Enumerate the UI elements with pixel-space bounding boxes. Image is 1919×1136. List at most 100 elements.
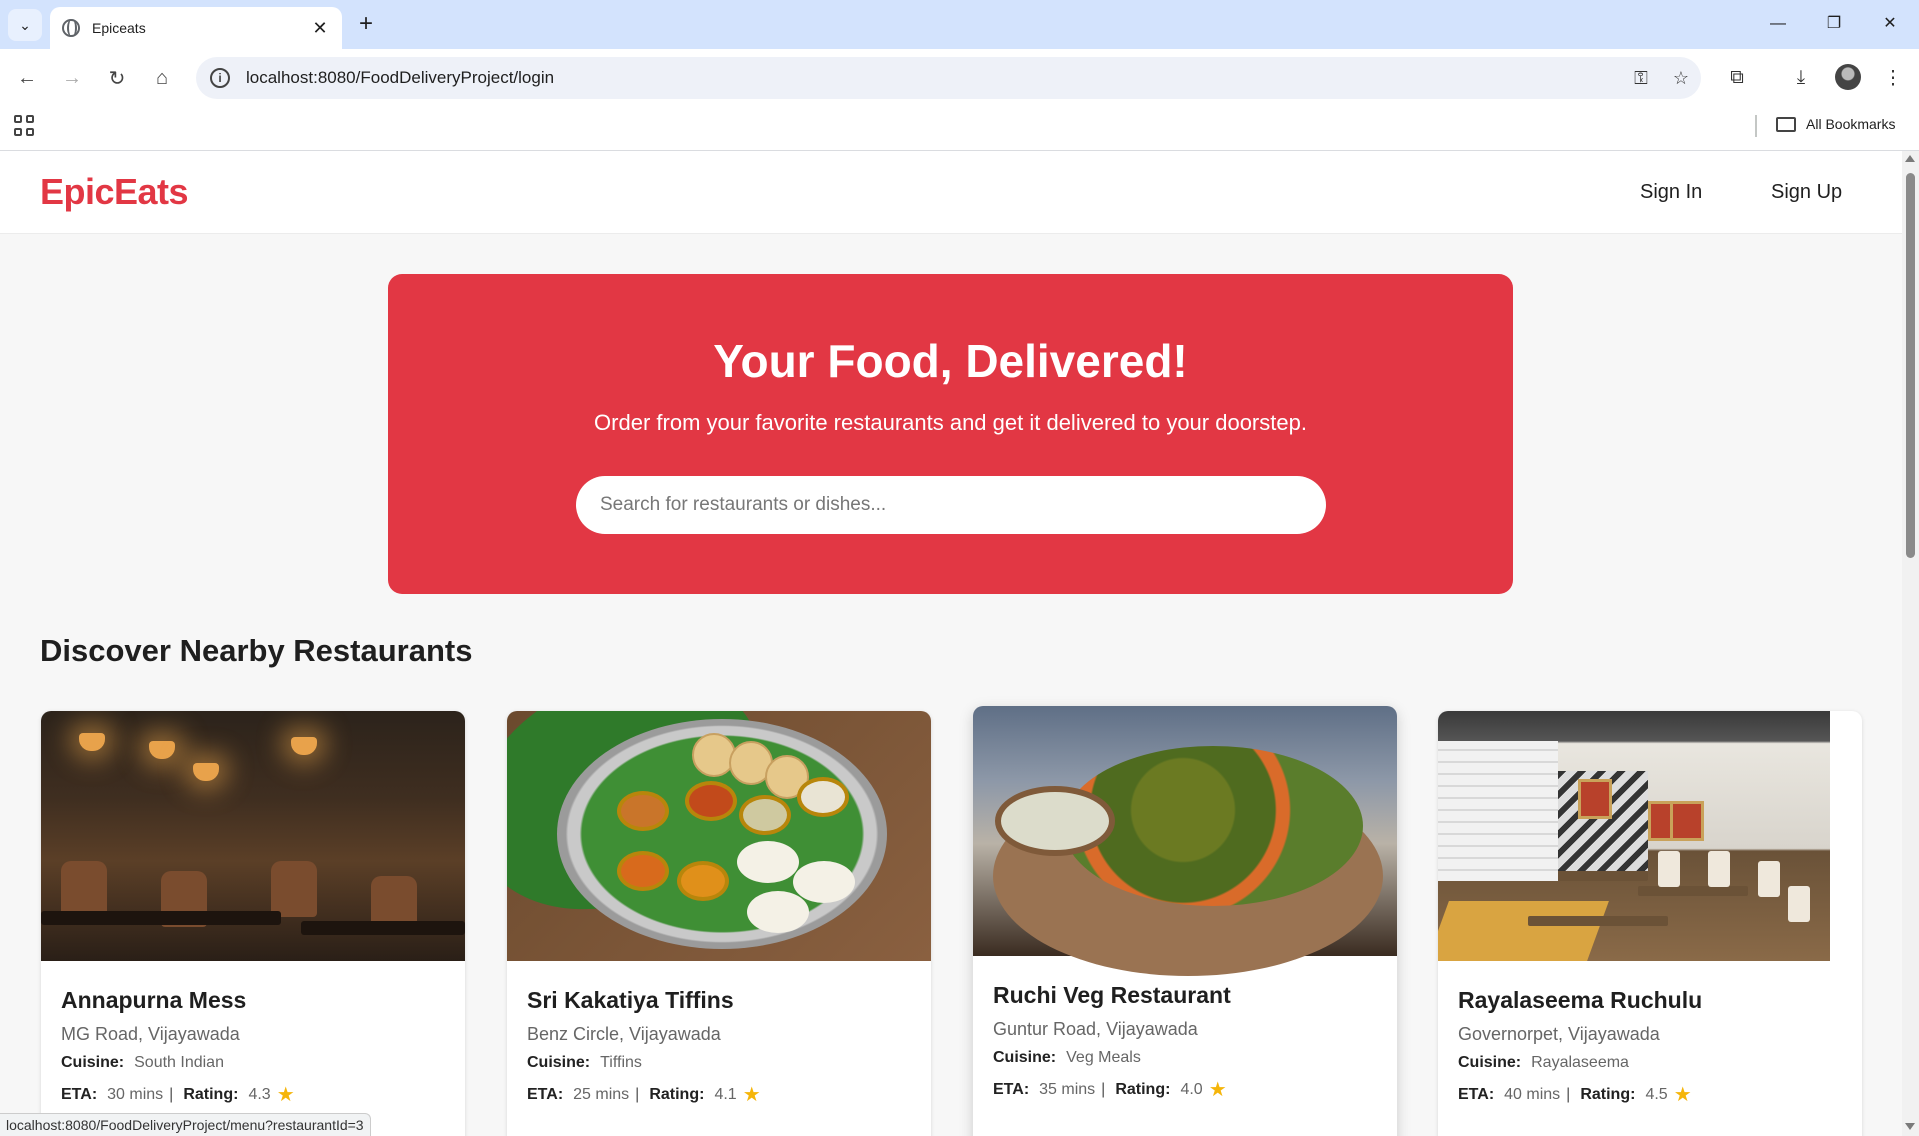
bookmark-star-icon[interactable]: ☆ bbox=[1661, 62, 1701, 94]
restaurant-image bbox=[41, 711, 465, 961]
eta-label: ETA: bbox=[993, 1080, 1030, 1098]
back-button[interactable]: ← bbox=[11, 62, 43, 94]
restaurant-name: Rayalaseema Ruchulu bbox=[1458, 987, 1703, 1013]
divider: | bbox=[169, 1085, 174, 1103]
all-bookmarks-button[interactable]: All Bookmarks bbox=[1776, 116, 1895, 132]
rating-label: Rating: bbox=[183, 1085, 239, 1103]
restaurant-card[interactable]: Ruchi Veg Restaurant Guntur Road, Vijaya… bbox=[973, 706, 1397, 1136]
restaurant-image bbox=[973, 706, 1397, 976]
restaurant-location: MG Road, Vijayawada bbox=[61, 1024, 240, 1044]
restaurant-card[interactable]: Sri Kakatiya Tiffins Benz Circle, Vijaya… bbox=[507, 711, 931, 1136]
scroll-thumb[interactable] bbox=[1906, 173, 1915, 558]
download-icon[interactable]: ⤓ bbox=[1784, 62, 1818, 94]
cuisine-value: Tiffins bbox=[600, 1054, 642, 1071]
restaurant-image bbox=[1438, 711, 1830, 961]
sign-in-link[interactable]: Sign In bbox=[1640, 181, 1702, 204]
hero-title: Your Food, Delivered! bbox=[713, 335, 1188, 387]
restaurant-card[interactable]: Rayalaseema Ruchulu Governorpet, Vijayaw… bbox=[1438, 711, 1862, 1136]
active-tab[interactable]: Epiceats ✕ bbox=[50, 7, 342, 49]
restaurant-location: Benz Circle, Vijayawada bbox=[527, 1024, 721, 1044]
apps-grid-icon[interactable] bbox=[14, 115, 36, 137]
bookmarks-divider bbox=[1755, 115, 1757, 137]
extensions-icon[interactable]: ⧉ bbox=[1720, 62, 1754, 94]
site-header: EpicEats Sign In Sign Up bbox=[0, 151, 1902, 234]
restore-button[interactable]: ❐ bbox=[1814, 12, 1854, 38]
restaurant-card[interactable]: Annapurna Mess MG Road, Vijayawada Cuisi… bbox=[41, 711, 465, 1136]
url-text[interactable]: localhost:8080/FoodDeliveryProject/login bbox=[246, 68, 1621, 88]
password-key-icon[interactable]: ⚿ bbox=[1621, 62, 1661, 94]
brand-logo[interactable]: EpicEats bbox=[40, 171, 189, 213]
scroll-up-arrow[interactable] bbox=[1905, 155, 1915, 162]
eta-value: 25 mins bbox=[573, 1085, 630, 1103]
eta-value: 40 mins bbox=[1504, 1085, 1561, 1103]
browser-chrome: ⌄ Epiceats ✕ + — ❐ ✕ ← → ↻ ⌂ i localhost… bbox=[0, 0, 1919, 151]
cuisine-value: South Indian bbox=[134, 1054, 224, 1071]
rating-label: Rating: bbox=[1115, 1080, 1171, 1098]
menu-kebab-icon[interactable]: ⋮ bbox=[1876, 62, 1910, 94]
close-window-button[interactable]: ✕ bbox=[1870, 12, 1910, 38]
hero-banner: Your Food, Delivered! Order from your fa… bbox=[388, 274, 1513, 594]
minimize-button[interactable]: — bbox=[1758, 12, 1798, 38]
all-bookmarks-label: All Bookmarks bbox=[1806, 116, 1896, 132]
folder-icon bbox=[1776, 116, 1796, 132]
cuisine-value: Rayalaseema bbox=[1531, 1054, 1629, 1071]
eta-rating-row: ETA: 25 mins | Rating: 4.1 ★ bbox=[527, 1082, 911, 1107]
home-icon[interactable]: ⌂ bbox=[146, 62, 178, 94]
rating-value: 4.0 bbox=[1180, 1080, 1203, 1098]
star-icon: ★ bbox=[276, 1084, 295, 1106]
browser-toolbar: ← → ↻ ⌂ i localhost:8080/FoodDeliveryPro… bbox=[0, 49, 1919, 105]
search-input[interactable] bbox=[576, 476, 1326, 534]
site-info-icon[interactable]: i bbox=[210, 68, 230, 88]
tab-search-button[interactable]: ⌄ bbox=[8, 9, 42, 41]
rating-label: Rating: bbox=[1580, 1085, 1636, 1103]
eta-label: ETA: bbox=[1458, 1085, 1495, 1103]
cuisine-label: Cuisine: bbox=[993, 1049, 1057, 1066]
page-viewport: EpicEats Sign In Sign Up Your Food, Deli… bbox=[0, 151, 1902, 1136]
address-bar[interactable]: i localhost:8080/FoodDeliveryProject/log… bbox=[196, 57, 1701, 99]
restaurant-location: Governorpet, Vijayawada bbox=[1458, 1024, 1660, 1044]
eta-rating-row: ETA: 40 mins | Rating: 4.5 ★ bbox=[1458, 1082, 1842, 1107]
divider: | bbox=[635, 1085, 640, 1103]
restaurant-image bbox=[507, 711, 931, 961]
eta-value: 35 mins bbox=[1039, 1080, 1096, 1098]
profile-avatar[interactable] bbox=[1835, 64, 1861, 90]
rating-label: Rating: bbox=[649, 1085, 705, 1103]
eta-rating-row: ETA: 35 mins | Rating: 4.0 ★ bbox=[993, 1077, 1377, 1102]
sign-up-link[interactable]: Sign Up bbox=[1771, 181, 1842, 204]
star-icon: ★ bbox=[1673, 1084, 1692, 1106]
tab-strip: ⌄ Epiceats ✕ + — ❐ ✕ bbox=[0, 0, 1919, 49]
restaurant-name: Ruchi Veg Restaurant bbox=[993, 982, 1231, 1008]
cuisine-row: Cuisine: Veg Meals bbox=[993, 1049, 1377, 1067]
globe-icon bbox=[62, 19, 80, 37]
bookmarks-bar: All Bookmarks bbox=[0, 105, 1919, 151]
eta-value: 30 mins bbox=[107, 1085, 164, 1103]
eta-label: ETA: bbox=[527, 1085, 564, 1103]
close-tab-icon[interactable]: ✕ bbox=[310, 18, 330, 39]
forward-button[interactable]: → bbox=[56, 62, 88, 94]
reload-button[interactable]: ↻ bbox=[101, 62, 133, 94]
cuisine-label: Cuisine: bbox=[61, 1054, 125, 1071]
rating-value: 4.5 bbox=[1645, 1085, 1668, 1103]
restaurant-location: Guntur Road, Vijayawada bbox=[993, 1019, 1198, 1039]
rating-value: 4.1 bbox=[714, 1085, 737, 1103]
eta-label: ETA: bbox=[61, 1085, 98, 1103]
star-icon: ★ bbox=[742, 1084, 761, 1106]
cuisine-row: Cuisine: South Indian bbox=[61, 1054, 445, 1072]
divider: | bbox=[1101, 1080, 1106, 1098]
link-status-bubble: localhost:8080/FoodDeliveryProject/menu?… bbox=[0, 1113, 371, 1136]
page-scrollbar[interactable] bbox=[1902, 151, 1919, 1136]
star-icon: ★ bbox=[1208, 1079, 1227, 1101]
restaurant-name: Annapurna Mess bbox=[61, 987, 247, 1013]
restaurant-name: Sri Kakatiya Tiffins bbox=[527, 987, 734, 1013]
new-tab-button[interactable]: + bbox=[352, 11, 380, 39]
cuisine-value: Veg Meals bbox=[1066, 1049, 1141, 1066]
cuisine-label: Cuisine: bbox=[1458, 1054, 1522, 1071]
section-title: Discover Nearby Restaurants bbox=[40, 633, 473, 668]
cuisine-row: Cuisine: Rayalaseema bbox=[1458, 1054, 1842, 1072]
tab-title: Epiceats bbox=[92, 20, 146, 36]
cuisine-row: Cuisine: Tiffins bbox=[527, 1054, 911, 1072]
rating-value: 4.3 bbox=[248, 1085, 271, 1103]
hero-subtitle: Order from your favorite restaurants and… bbox=[594, 410, 1307, 435]
scroll-down-arrow[interactable] bbox=[1905, 1123, 1915, 1130]
eta-rating-row: ETA: 30 mins | Rating: 4.3 ★ bbox=[61, 1082, 445, 1107]
